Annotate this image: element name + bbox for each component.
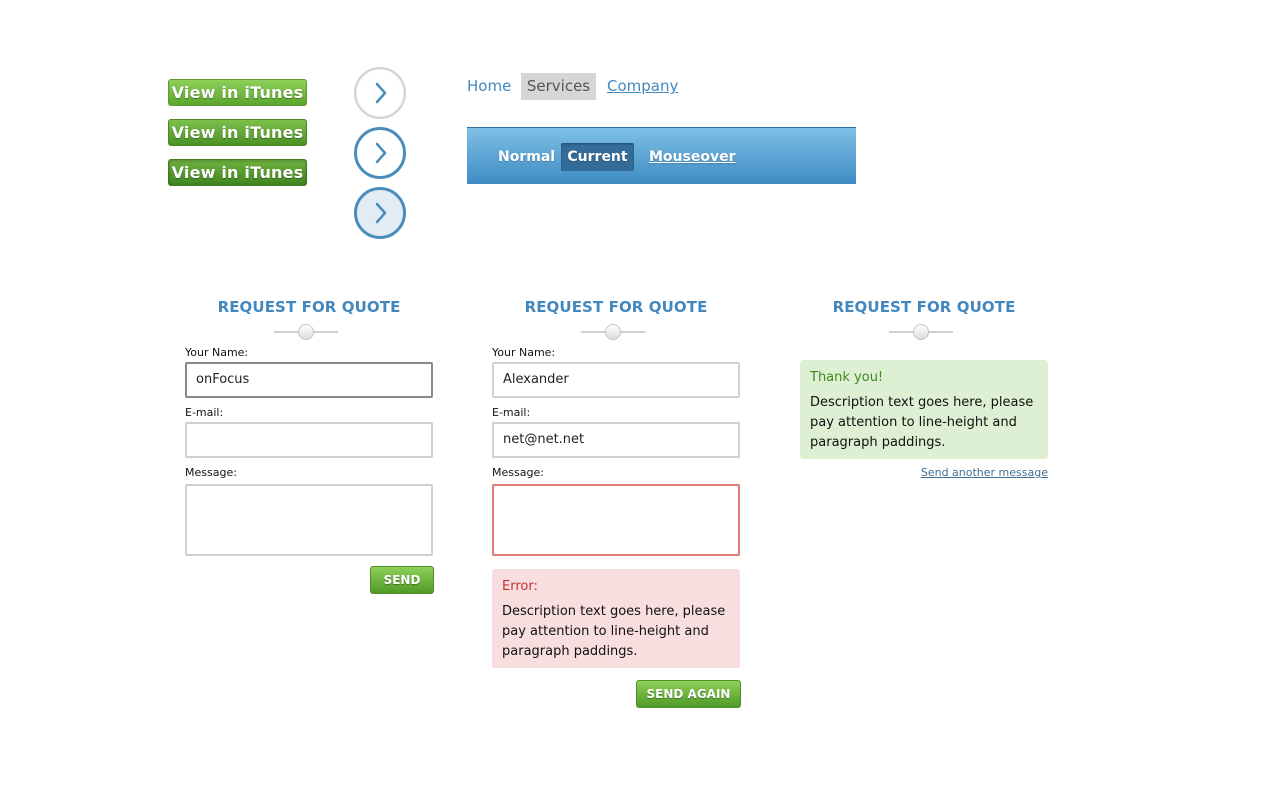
success-description: Description text goes here, please pay a… <box>810 395 1034 450</box>
name-field[interactable]: onFocus <box>185 362 433 398</box>
chevron-right-icon <box>375 202 387 224</box>
error-message-box: Error: Description text goes here, pleas… <box>492 569 740 668</box>
send-button[interactable]: SEND <box>370 566 434 594</box>
email-label: E-mail: <box>185 406 224 419</box>
error-description: Description text goes here, please pay a… <box>502 604 726 659</box>
message-label: Message: <box>492 466 544 479</box>
send-again-button[interactable]: SEND AGAIN <box>636 680 741 708</box>
form-title: REQUEST FOR QUOTE <box>524 298 708 316</box>
email-label: E-mail: <box>492 406 531 419</box>
message-label: Message: <box>185 466 237 479</box>
success-title: Thank you! <box>810 370 884 385</box>
blue-nav-item-mouseover[interactable]: Mouseover <box>649 143 736 171</box>
message-field-error[interactable] <box>492 484 740 556</box>
error-title: Error: <box>502 579 538 594</box>
chevron-right-icon <box>375 82 387 104</box>
email-field[interactable]: net@net.net <box>492 422 740 458</box>
blue-nav-item-current[interactable]: Current <box>561 143 634 171</box>
title-divider <box>889 324 953 340</box>
nav-home-link[interactable]: Home <box>467 73 511 100</box>
name-label: Your Name: <box>492 346 556 359</box>
view-in-itunes-button-hover[interactable]: View in iTunes <box>168 119 307 146</box>
name-label: Your Name: <box>185 346 249 359</box>
form-title: REQUEST FOR QUOTE <box>832 298 1016 316</box>
chevron-right-icon <box>375 142 387 164</box>
title-divider <box>274 324 338 340</box>
view-in-itunes-button-normal[interactable]: View in iTunes <box>168 79 307 106</box>
message-field[interactable] <box>185 484 433 556</box>
blue-nav-item-normal[interactable]: Normal <box>498 143 555 171</box>
nav-company-link[interactable]: Company <box>607 73 678 100</box>
title-divider <box>581 324 645 340</box>
next-arrow-button-normal[interactable] <box>354 67 406 119</box>
next-arrow-button-hover[interactable] <box>354 127 406 179</box>
email-field[interactable] <box>185 422 433 458</box>
send-another-message-link[interactable]: Send another message <box>800 466 1048 479</box>
next-arrow-button-active[interactable] <box>354 187 406 239</box>
success-message-box: Thank you! Description text goes here, p… <box>800 360 1048 459</box>
view-in-itunes-button-active[interactable]: View in iTunes <box>168 159 307 186</box>
name-field[interactable]: Alexander <box>492 362 740 398</box>
form-title: REQUEST FOR QUOTE <box>217 298 401 316</box>
blue-nav-bar: Normal Current Mouseover <box>467 127 856 184</box>
nav-services-link[interactable]: Services <box>521 73 596 100</box>
